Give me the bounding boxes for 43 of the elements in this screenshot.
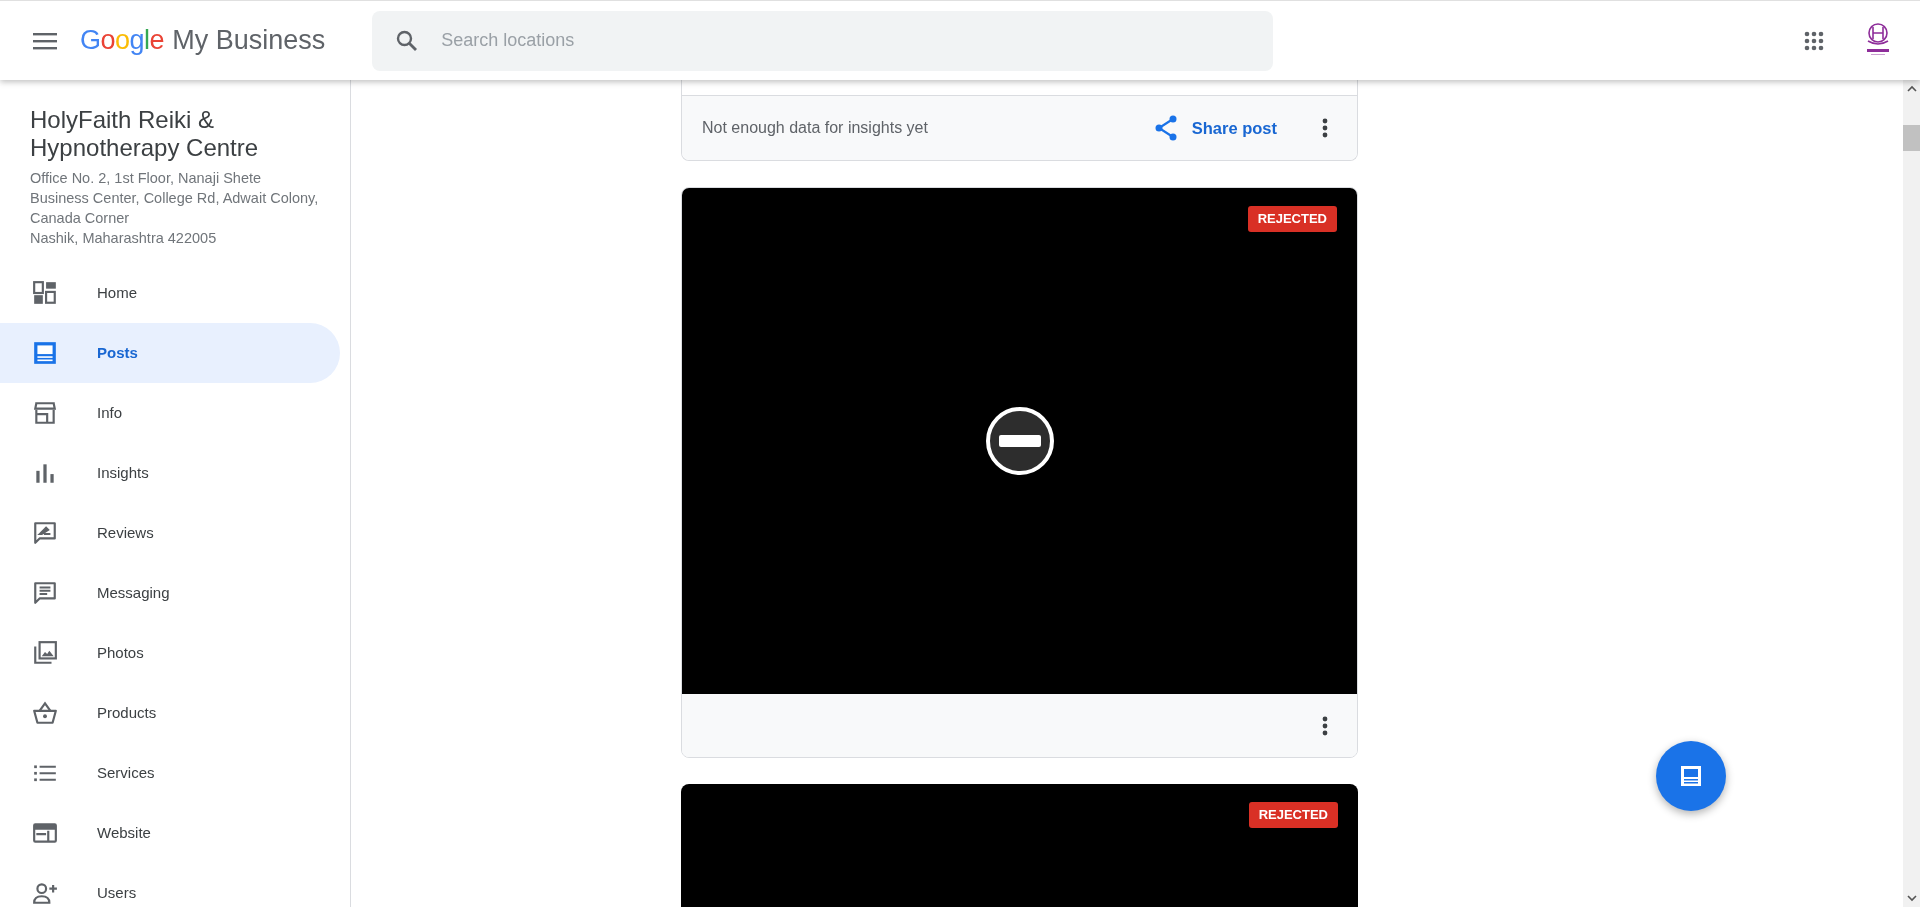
address-line: Nashik, Maharashtra 422005: [30, 229, 218, 248]
nav-item[interactable]: Users: [0, 863, 340, 907]
basket-icon: [32, 700, 58, 726]
review-icon: [32, 520, 58, 546]
add-person-icon: [32, 880, 58, 906]
nav-item[interactable]: Products: [0, 683, 340, 743]
nav-item[interactable]: Posts: [0, 323, 340, 383]
nav-item[interactable]: Photos: [0, 623, 340, 683]
insights-text: Not enough data for insights yet: [702, 118, 928, 138]
scroll-down-icon[interactable]: [1906, 895, 1917, 902]
status-badge: REJECTED: [1248, 802, 1338, 828]
apps-grid-icon[interactable]: [1804, 30, 1824, 51]
address-line: Business Center, College Rd, Adwait Colony,: [30, 189, 320, 208]
nav-item[interactable]: Insights: [0, 443, 340, 503]
create-post-button[interactable]: [1656, 741, 1726, 811]
scroll-up-icon[interactable]: [1906, 85, 1917, 92]
menu-icon[interactable]: [33, 31, 57, 50]
nav-item[interactable]: Services: [0, 743, 340, 803]
share-post-button[interactable]: Share post: [1153, 115, 1277, 141]
scrollbar[interactable]: [1903, 80, 1920, 907]
brand-logo-text[interactable]: Google: [80, 20, 165, 61]
address-line: Office No. 2, 1st Floor, Nanaji Shete: [30, 169, 263, 188]
nav-item[interactable]: Messaging: [0, 563, 340, 623]
post-icon: [1679, 764, 1703, 788]
blocked-icon: [984, 406, 1055, 476]
photos-icon: [32, 640, 58, 666]
address-line: Canada Corner: [30, 209, 131, 228]
nav-item[interactable]: Reviews: [0, 503, 340, 563]
status-badge: REJECTED: [1247, 206, 1337, 232]
dashboard-icon: [32, 280, 58, 306]
more-vert-icon: [1322, 715, 1328, 736]
nav-item[interactable]: Home: [0, 263, 340, 323]
share-icon: [1153, 115, 1178, 141]
nav-item[interactable]: Info: [0, 383, 340, 443]
business-name: HolyFaith Reiki & Hypnotherapy Centre: [30, 106, 260, 162]
scroll-thumb[interactable]: [1903, 125, 1920, 151]
post-icon: [32, 340, 58, 366]
nav-item[interactable]: Website: [0, 803, 340, 863]
more-vert-icon: [1322, 118, 1328, 138]
message-icon: [32, 580, 58, 606]
product-name: My Business: [172, 24, 326, 58]
web-layout-icon: [32, 820, 58, 846]
storefront-icon: [32, 400, 58, 426]
